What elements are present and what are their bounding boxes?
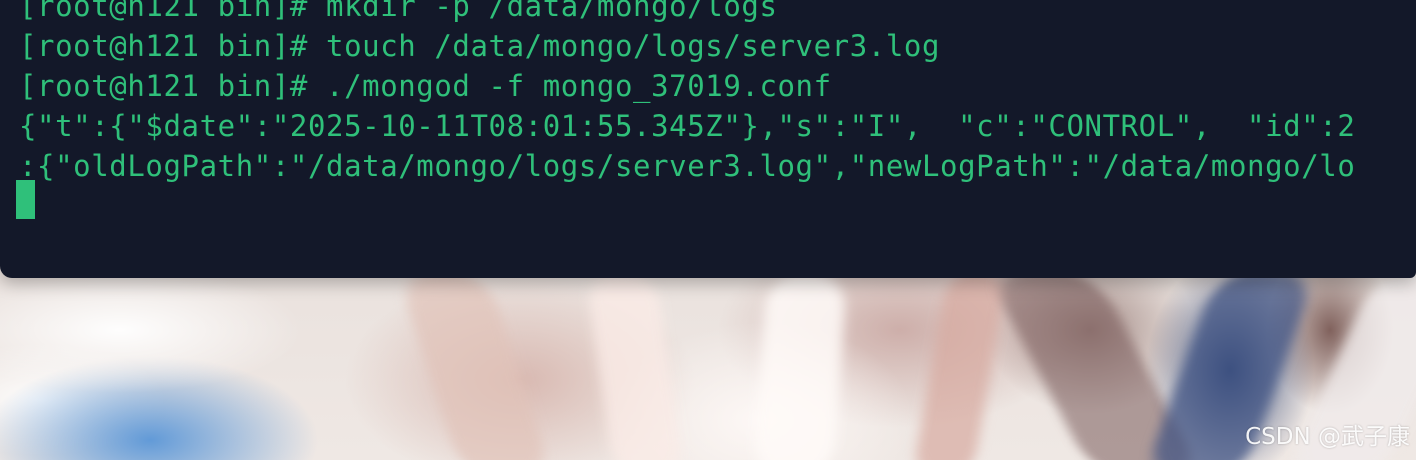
terminal-cursor bbox=[16, 180, 35, 219]
wallpaper-streak bbox=[911, 270, 1009, 460]
wallpaper-streak bbox=[752, 270, 848, 460]
terminal-window[interactable]: [root@h121 bin]# mkdir -p /data/mongo/lo… bbox=[0, 0, 1416, 278]
terminal-line: :{"oldLogPath":"/data/mongo/logs/server3… bbox=[19, 149, 1356, 183]
terminal-line: [root@h121 bin]# ./mongod -f mongo_37019… bbox=[19, 69, 832, 103]
terminal-line: {"t":{"$date":"2025-10-11T08:01:55.345Z"… bbox=[19, 109, 1356, 143]
terminal-line: [root@h121 bin]# mkdir -p /data/mongo/lo… bbox=[19, 0, 778, 23]
wallpaper-streak bbox=[585, 270, 685, 460]
wallpaper-streak bbox=[395, 270, 555, 460]
csdn-watermark: CSDN @武子康 bbox=[1245, 424, 1410, 450]
terminal-line: [root@h121 bin]# touch /data/mongo/logs/… bbox=[19, 29, 941, 63]
